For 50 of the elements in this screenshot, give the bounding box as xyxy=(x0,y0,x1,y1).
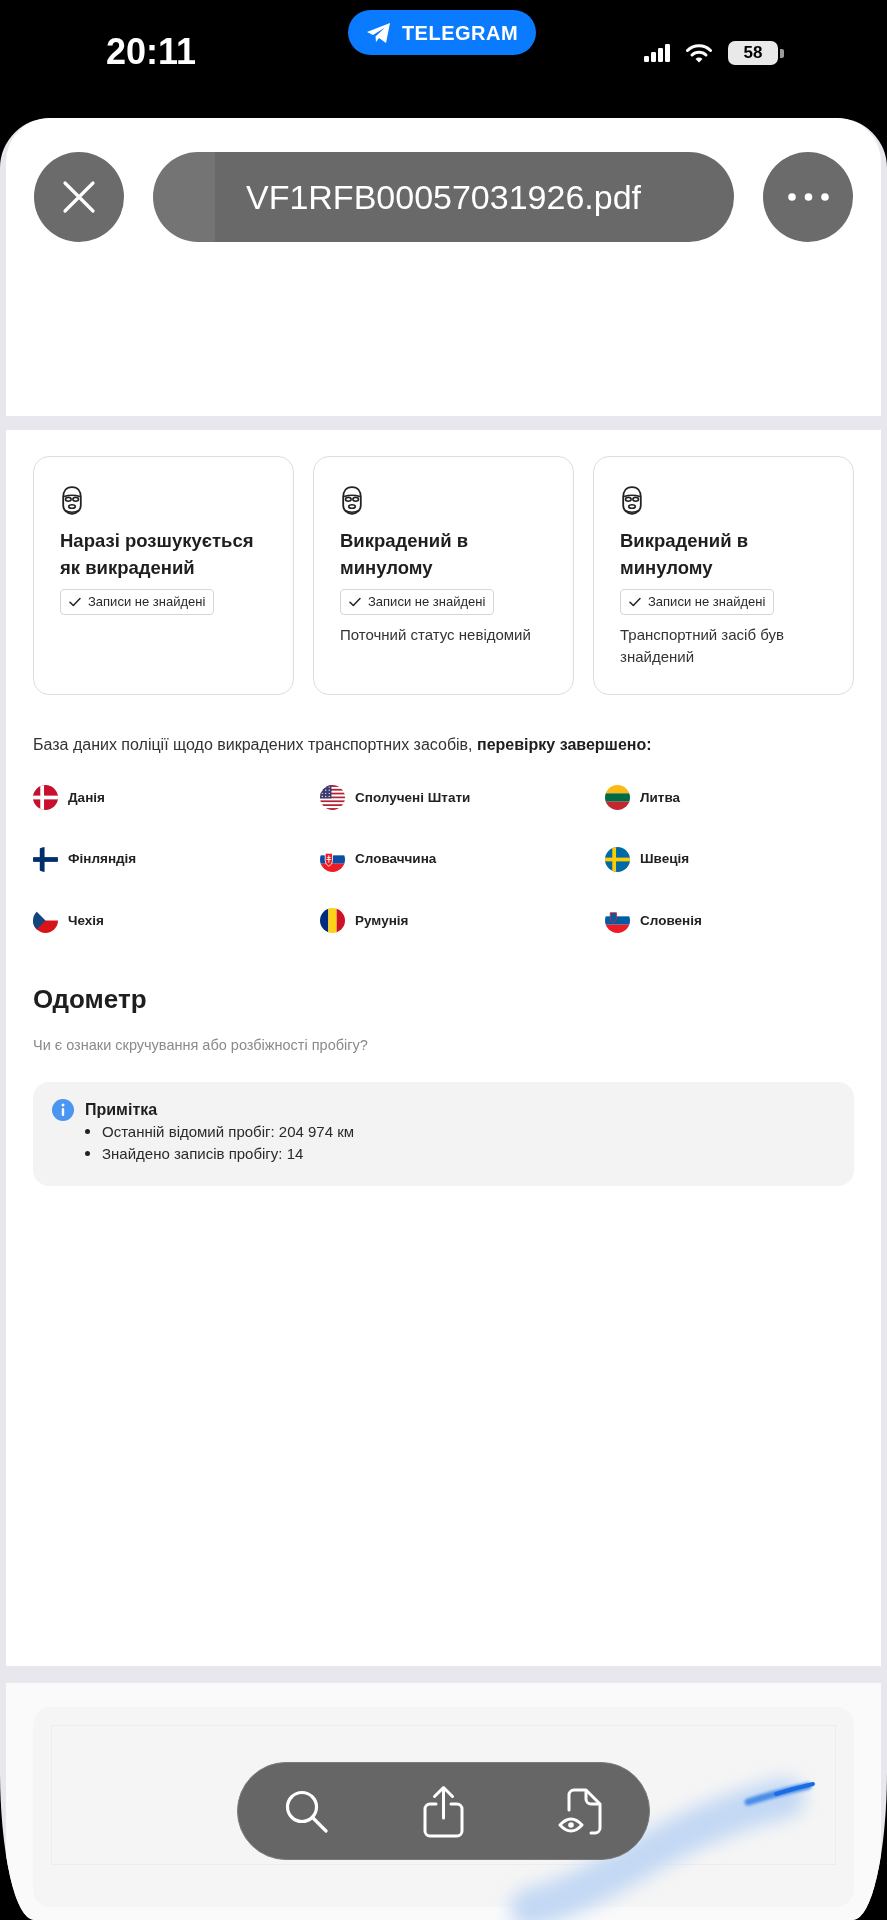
share-icon[interactable] xyxy=(422,1784,465,1838)
country-name: Литва xyxy=(640,788,680,807)
card-title: Наразі розшукується як викрадений xyxy=(60,529,255,580)
flag-icon xyxy=(320,908,345,934)
paper-plane-icon xyxy=(365,20,392,45)
mask-icon xyxy=(60,486,84,515)
info-icon xyxy=(52,1098,74,1121)
card-description: Транспортний засіб був знайдений xyxy=(620,625,785,667)
section-question: Чи є ознаки скручування або розбіжності пробігу? xyxy=(33,1035,369,1055)
file-title-bar: VF1RFB00057031926.pdf xyxy=(153,152,734,242)
flag-icon xyxy=(605,846,630,872)
status-tag-text: Записи не знайдені xyxy=(648,593,766,611)
signal-icon xyxy=(644,44,670,62)
bullet-icon xyxy=(85,1151,90,1156)
battery-indicator: 58 xyxy=(728,41,784,65)
mask-icon xyxy=(620,486,644,515)
mask-icon xyxy=(340,486,364,515)
note-title: Примітка xyxy=(85,1099,158,1120)
country-name: Словенія xyxy=(640,911,702,930)
search-icon[interactable] xyxy=(285,1789,328,1833)
check-icon xyxy=(349,597,361,607)
country-name: Словаччина xyxy=(355,850,437,869)
wifi-icon xyxy=(686,43,712,63)
note-item: Останній відомий пробіг: 204 974 км xyxy=(102,1121,355,1142)
country-name: Чехія xyxy=(68,911,104,930)
status-tag-text: Записи не знайдені xyxy=(368,593,486,611)
country-name: Сполучені Штати xyxy=(355,788,471,807)
country-name: Румунія xyxy=(355,911,409,930)
country-name: Швеція xyxy=(640,850,690,869)
country-name: Фінляндія xyxy=(68,850,137,869)
check-icon xyxy=(69,597,81,607)
document-eye-icon[interactable] xyxy=(558,1787,603,1835)
status-tag-text: Записи не знайдені xyxy=(88,593,206,611)
note-item: Знайдено записів пробігу: 14 xyxy=(102,1143,304,1164)
flag-icon xyxy=(320,785,345,811)
check-icon xyxy=(629,597,641,607)
flag-icon xyxy=(605,785,630,811)
close-icon xyxy=(62,180,96,214)
card-title: Викрадений в минулому xyxy=(620,529,750,580)
bullet-icon xyxy=(85,1129,90,1134)
status-time: 20:11 xyxy=(106,31,197,73)
database-check-text: База даних поліції щодо викрадених транспортних засобів, перевірку завершено: xyxy=(33,735,653,755)
country-name: Данія xyxy=(68,788,105,807)
card-title: Викрадений в минулому xyxy=(340,529,470,580)
card-description: Поточний статус невідомий xyxy=(340,625,532,645)
section-title: Одометр xyxy=(33,982,148,1015)
more-icon xyxy=(787,193,829,201)
flag-icon xyxy=(33,785,58,811)
return-to-app-button[interactable]: TELEGRAM xyxy=(348,10,536,55)
flag-icon xyxy=(33,846,58,872)
